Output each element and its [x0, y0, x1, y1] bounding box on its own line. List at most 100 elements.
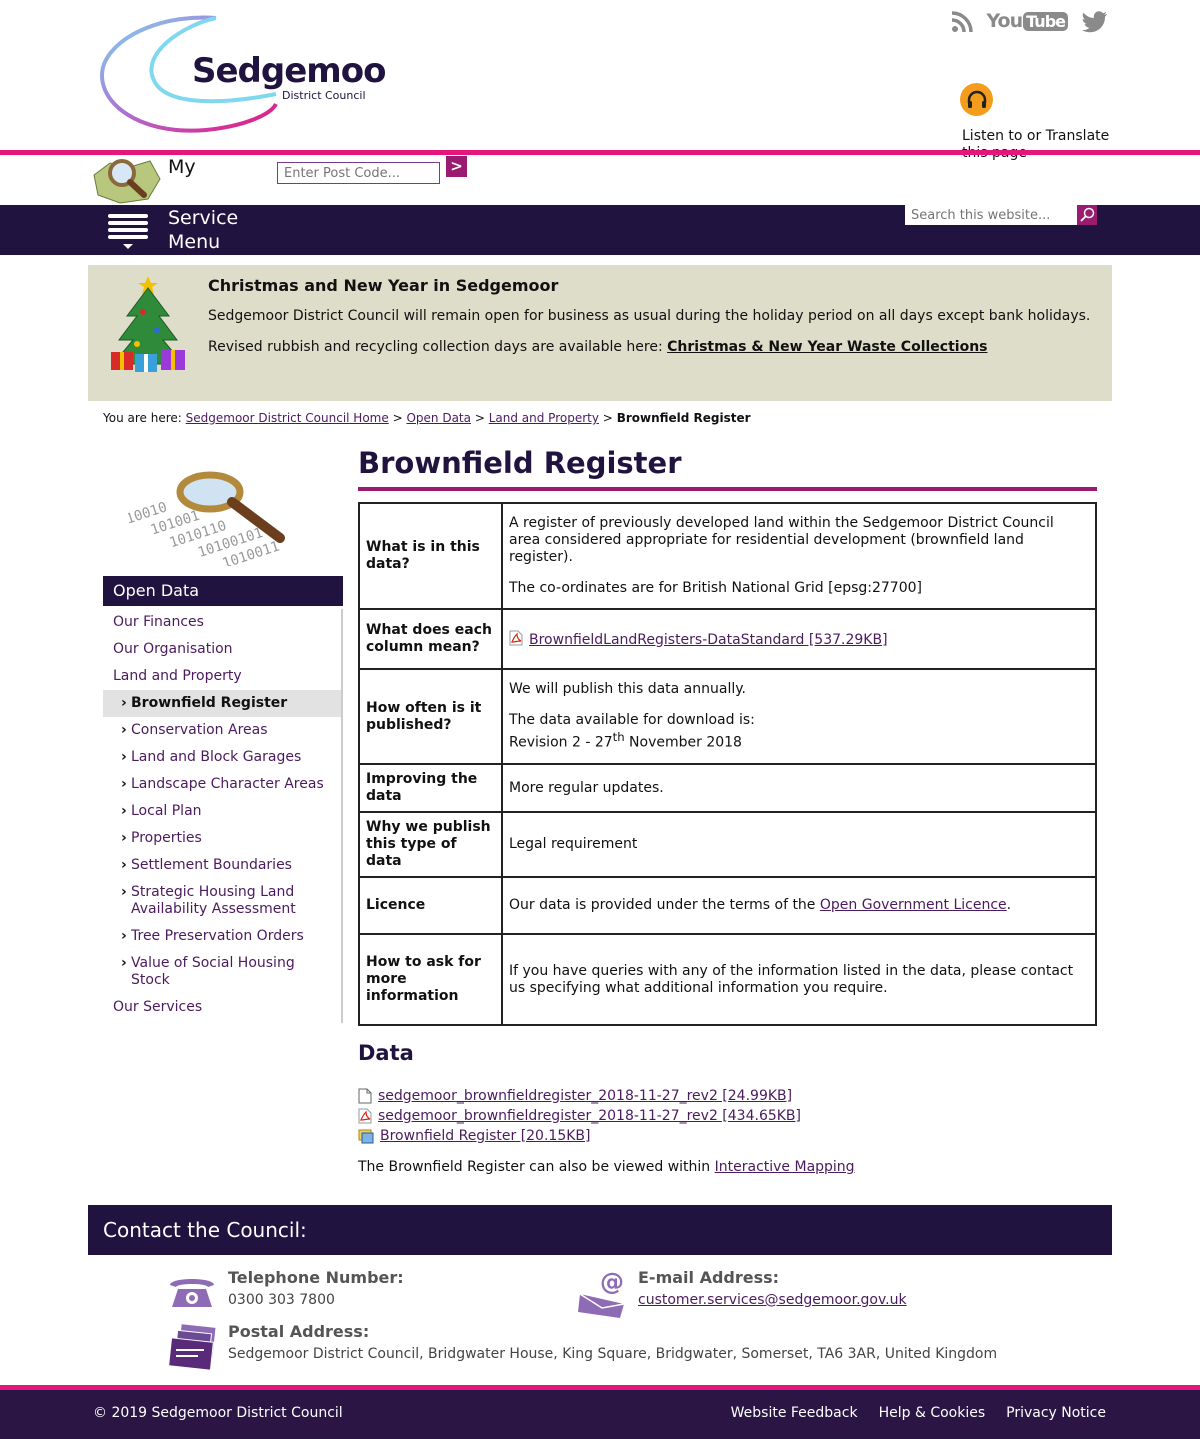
sidebar-item-our-organisation[interactable]: Our Organisation	[103, 636, 341, 663]
data-heading: Data	[358, 1041, 414, 1065]
breadcrumb-home[interactable]: Sedgemoor District Council Home	[186, 411, 389, 425]
service-menu-line2: Menu	[168, 231, 221, 253]
email-link[interactable]: customer.services@sedgemoor.gov.uk	[638, 1292, 907, 1308]
often-text-2: The data available for download is: Revis…	[509, 712, 1089, 752]
sidebar-item-conservation-areas[interactable]: Conservation Areas	[103, 717, 341, 744]
website-feedback-link[interactable]: Website Feedback	[731, 1405, 858, 1421]
breadcrumb-land-property[interactable]: Land and Property	[489, 411, 599, 425]
banner-title: Christmas and New Year in Sedgemoor	[208, 276, 559, 295]
sidebar-item-brownfield-register[interactable]: Brownfield Register	[103, 690, 341, 717]
listen-translate-link[interactable]: Listen to or Translate this page	[962, 128, 1122, 162]
postcode-go-button[interactable]: >	[446, 156, 467, 177]
sidebar-item-land-block-garages[interactable]: Land and Block Garages	[103, 744, 341, 771]
postal-icon	[168, 1324, 218, 1376]
table-row: How to ask for more information If you h…	[358, 933, 1097, 1026]
contact-heading: Contact the Council:	[88, 1205, 1112, 1255]
svg-text:@: @	[600, 1268, 624, 1296]
youtube-tube: Tube	[1023, 12, 1068, 31]
youtube-icon[interactable]: You Tube	[987, 8, 1068, 35]
map-download-link[interactable]: Brownfield Register [20.15KB]	[380, 1128, 590, 1144]
breadcrumb-open-data[interactable]: Open Data	[406, 411, 471, 425]
telephone-label: Telephone Number:	[228, 1268, 404, 1287]
site-search-input[interactable]	[905, 205, 1077, 225]
list-item: sedgemoor_brownfieldregister_2018-11-27_…	[358, 1086, 801, 1106]
sidebar-item-tree-preservation-orders[interactable]: Tree Preservation Orders	[103, 923, 341, 950]
often-date: November 2018	[624, 734, 742, 751]
row-key: What does each column mean?	[358, 608, 503, 670]
open-government-licence-link[interactable]: Open Government Licence	[820, 897, 1007, 913]
breadcrumb-sep: >	[602, 411, 613, 425]
rss-icon[interactable]	[951, 10, 973, 33]
pdf-icon	[509, 630, 523, 645]
open-data-magnifier-image: 10010 101001 1010110 10100101 1010011	[124, 466, 318, 572]
postal-address: Sedgemoor District Council, Bridgwater H…	[228, 1346, 998, 1362]
interactive-mapping-link[interactable]: Interactive Mapping	[715, 1159, 855, 1175]
twitter-icon[interactable]	[1082, 10, 1108, 33]
sidebar-heading: Open Data	[103, 576, 343, 606]
table-row: Licence Our data is provided under the t…	[358, 876, 1097, 935]
often-rev: Revision 2 - 27	[509, 734, 613, 751]
row-key: How often is it published?	[358, 668, 503, 765]
postcode-input[interactable]	[277, 162, 440, 184]
table-row: What is in this data? A register of prev…	[358, 502, 1097, 610]
map-file-icon	[358, 1129, 374, 1144]
logo-name: Sedgemoor	[192, 51, 386, 91]
waste-collections-link[interactable]: Christmas & New Year Waste Collections	[667, 339, 987, 355]
sidebar-item-landscape-character-areas[interactable]: Landscape Character Areas	[103, 771, 341, 798]
council-logo[interactable]: Sedgemoor District Council	[96, 14, 403, 136]
telephone-number: 0300 303 7800	[228, 1292, 335, 1308]
breadcrumb-sep: >	[392, 411, 403, 425]
licence-suffix: .	[1006, 897, 1012, 913]
often-text-1: We will publish this data annually.	[509, 681, 746, 698]
breadcrumb-prefix: You are here:	[103, 411, 182, 425]
sidebar-item-properties[interactable]: Properties	[103, 825, 341, 852]
data-standard-link[interactable]: BrownfieldLandRegisters-DataStandard [53…	[529, 632, 888, 648]
service-menu-button[interactable]: Service Menu	[168, 206, 238, 254]
logo-sub: District Council	[282, 89, 366, 102]
social-links: You Tube	[951, 8, 1108, 35]
email-value: customer.services@sedgemoor.gov.uk	[638, 1292, 907, 1308]
pdf-download-link[interactable]: sedgemoor_brownfieldregister_2018-11-27_…	[378, 1108, 801, 1124]
banner-waste-prefix: Revised rubbish and recycling collection…	[208, 339, 668, 355]
interactive-mapping-text: The Brownfield Register can also be view…	[358, 1159, 855, 1175]
hamburger-menu-icon[interactable]	[106, 212, 150, 250]
sidebar-item-our-finances[interactable]: Our Finances	[103, 609, 341, 636]
file-icon	[358, 1088, 372, 1104]
email-icon: @	[578, 1268, 628, 1322]
page-title: Brownfield Register	[358, 446, 682, 480]
dataset-info-table: What is in this data? A register of prev…	[358, 502, 1097, 1026]
row-value: More regular updates.	[501, 763, 1097, 813]
telephone-icon	[168, 1273, 216, 1315]
title-underline	[358, 487, 1097, 491]
breadcrumb-current: Brownfield Register	[616, 411, 751, 425]
also-prefix: The Brownfield Register can also be view…	[358, 1159, 715, 1175]
row-value: Our data is provided under the terms of …	[501, 876, 1097, 935]
sidebar-item-settlement-boundaries[interactable]: Settlement Boundaries	[103, 852, 341, 879]
row-value: BrownfieldLandRegisters-DataStandard [53…	[501, 608, 1097, 670]
what-text-1: A register of previously developed land …	[509, 515, 1054, 565]
row-value: Legal requirement	[501, 811, 1097, 878]
row-value: We will publish this data annually. The …	[501, 668, 1097, 765]
list-item: Brownfield Register [20.15KB]	[358, 1126, 801, 1146]
sidebar-item-land-and-property[interactable]: Land and Property	[103, 663, 341, 690]
what-text-2: The co-ordinates are for British Nationa…	[509, 580, 922, 596]
table-row: How often is it published? We will publi…	[358, 668, 1097, 765]
breadcrumb: You are here: Sedgemoor District Council…	[103, 411, 751, 425]
pdf-icon	[358, 1108, 372, 1124]
sidebar-item-our-services[interactable]: Our Services	[103, 994, 341, 1021]
table-row: Why we publish this type of data Legal r…	[358, 811, 1097, 878]
service-menu-line1: Service	[168, 207, 239, 229]
banner-waste-text: Revised rubbish and recycling collection…	[208, 339, 988, 355]
my-area-map-icon[interactable]	[90, 155, 162, 207]
table-row: What does each column mean? BrownfieldLa…	[358, 608, 1097, 670]
privacy-notice-link[interactable]: Privacy Notice	[1006, 1405, 1106, 1421]
sidebar-nav: Our Finances Our Organisation Land and P…	[103, 609, 343, 1023]
listen-headphones-icon[interactable]	[960, 83, 993, 116]
help-cookies-link[interactable]: Help & Cookies	[879, 1405, 986, 1421]
sidebar-item-social-housing-stock[interactable]: Value of Social Housing Stock	[103, 950, 341, 994]
sidebar-item-local-plan[interactable]: Local Plan	[103, 798, 341, 825]
sidebar-item-shlaa[interactable]: Strategic Housing Land Availability Asse…	[103, 879, 341, 923]
site-search-button[interactable]	[1077, 205, 1097, 225]
often-sup: th	[612, 730, 625, 745]
csv-download-link[interactable]: sedgemoor_brownfieldregister_2018-11-27_…	[378, 1088, 792, 1104]
